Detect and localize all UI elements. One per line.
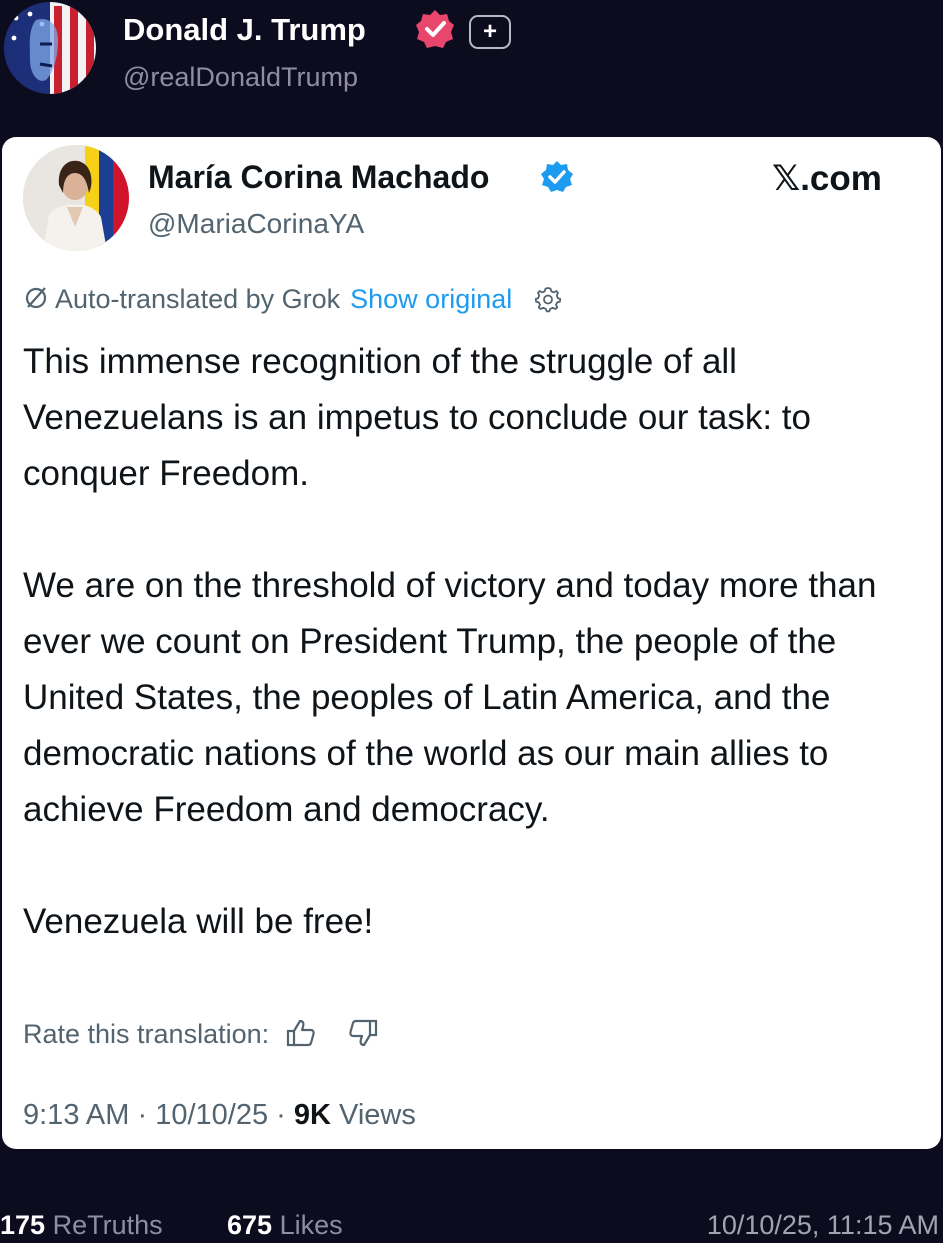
- post-body: This immense recognition of the struggle…: [23, 334, 928, 950]
- author-handle[interactable]: @realDonaldTrump: [123, 62, 358, 93]
- body-paragraph: Venezuela will be free!: [23, 902, 374, 941]
- show-original-link[interactable]: Show original: [350, 284, 512, 314]
- embed-avatar-image: [23, 145, 129, 251]
- verified-badge-icon: [541, 161, 573, 192]
- translation-notice: Auto-translated by Grok Show original: [23, 284, 723, 320]
- avatar-image: [4, 2, 96, 94]
- likes-count: 675: [227, 1210, 273, 1240]
- post-time[interactable]: 9:13 AM: [23, 1099, 129, 1131]
- gear-icon[interactable]: [534, 285, 562, 313]
- avatar[interactable]: [4, 2, 96, 94]
- likes-stat[interactable]: 675 Likes: [227, 1210, 343, 1241]
- post-meta: 9:13 AM · 10/10/25 · 9K Views: [23, 1099, 416, 1132]
- translation-label: Auto-translated by Grok: [55, 284, 341, 314]
- body-paragraph: We are on the threshold of victory and t…: [23, 566, 877, 829]
- embed-author-handle[interactable]: @MariaCorinaYA: [148, 208, 364, 240]
- rate-label: Rate this translation:: [23, 1019, 270, 1049]
- retruths-stat[interactable]: 175 ReTruths: [0, 1210, 163, 1241]
- retruths-count: 175: [0, 1210, 46, 1240]
- meta-separator: ·: [137, 1099, 148, 1131]
- embed-author-name[interactable]: María Corina Machado: [148, 159, 489, 196]
- embedded-post-card[interactable]: María Corina Machado @MariaCorinaYA 𝕏.co…: [2, 137, 941, 1149]
- verified-badge-icon: [416, 10, 454, 48]
- plus-icon[interactable]: +: [469, 15, 511, 49]
- post-header: Donald J. Trump + @realDonaldTrump: [0, 0, 943, 120]
- truth-post: Donald J. Trump + @realDonaldTrump María…: [0, 0, 943, 1243]
- retruths-label: ReTruths: [52, 1210, 163, 1240]
- thumbs-up-icon[interactable]: [285, 1017, 317, 1049]
- embed-avatar[interactable]: [23, 145, 129, 251]
- rate-translation: Rate this translation:: [23, 1017, 379, 1057]
- post-timestamp[interactable]: 10/10/25, 11:15 AM: [707, 1210, 939, 1241]
- thumbs-down-icon[interactable]: [347, 1017, 379, 1049]
- meta-separator: ·: [276, 1099, 286, 1131]
- post-footer: 175 ReTruths 675 Likes 10/10/25, 11:15 A…: [0, 1210, 943, 1243]
- x-logo: 𝕏.com: [772, 159, 882, 198]
- translate-icon: [25, 287, 47, 309]
- likes-label: Likes: [279, 1210, 343, 1240]
- views-count: 9K: [293, 1099, 331, 1131]
- body-paragraph: This immense recognition of the struggle…: [23, 342, 811, 493]
- post-date[interactable]: 10/10/25: [155, 1099, 268, 1131]
- views-label: Views: [339, 1099, 416, 1131]
- author-name[interactable]: Donald J. Trump: [123, 12, 366, 48]
